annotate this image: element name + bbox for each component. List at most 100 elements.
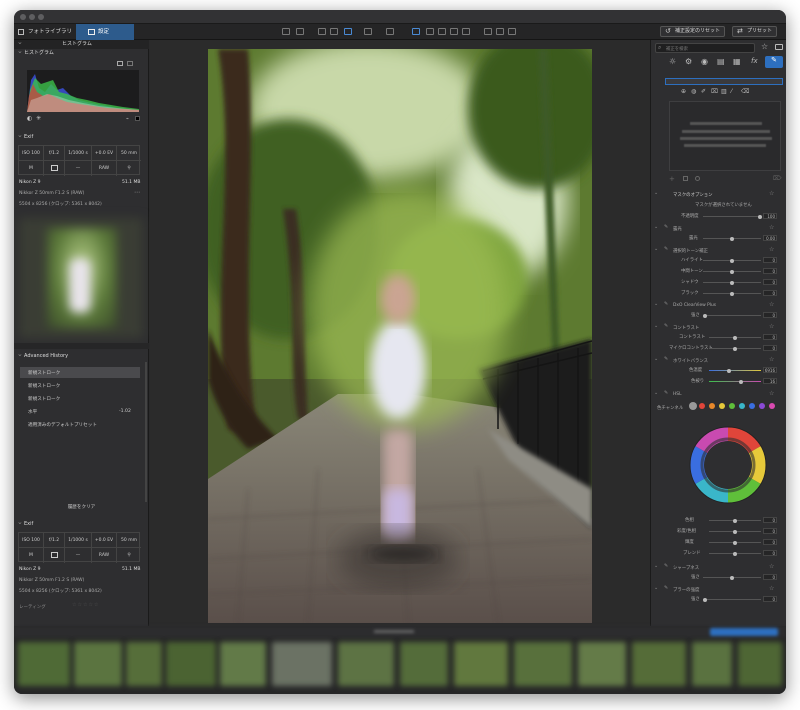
slider-knob[interactable] [733, 518, 737, 523]
luminance-slider[interactable] [709, 540, 761, 545]
shadow-slider[interactable] [703, 280, 761, 285]
filmstrip-thumbnail[interactable] [220, 642, 266, 686]
section-toggle-icon[interactable]: ☆ [769, 301, 774, 308]
value-field[interactable]: 0 [763, 596, 777, 602]
filmstrip-thumbnail[interactable] [400, 642, 448, 686]
slider-knob[interactable] [730, 280, 734, 285]
sharpen-section-header[interactable]: ⌄ ✎ シャープネス ☆ [651, 562, 786, 572]
value-field[interactable]: 0 [763, 334, 777, 340]
zoom-window-button[interactable] [38, 14, 44, 20]
close-window-button[interactable] [20, 14, 26, 20]
pipette-icon[interactable]: ⁄ [731, 88, 732, 95]
hsl-section-header[interactable]: ⌄ ✎ HSL ☆ [651, 389, 786, 399]
filmstrip-thumbnail[interactable] [126, 642, 162, 686]
blend-slider[interactable] [709, 551, 761, 556]
section-toggle-icon[interactable]: ☆ [769, 390, 774, 397]
highlight-clip-icon[interactable]: ✳ [36, 115, 41, 122]
clear-history-button[interactable]: 履歴をクリア [59, 503, 104, 513]
geometry-icon[interactable]: ▤ [717, 57, 725, 66]
hsl-swatch[interactable] [689, 402, 697, 410]
history-item[interactable]: 水平 -1.02 [20, 406, 140, 417]
filmstrip-thumbnail[interactable] [514, 642, 572, 686]
gradient-icon[interactable] [450, 28, 458, 35]
slider-knob[interactable] [730, 236, 734, 241]
hsl-swatch[interactable] [699, 403, 705, 409]
eraser-tool-icon[interactable]: ⌫ [741, 88, 749, 95]
hsl-swatch[interactable] [719, 403, 725, 409]
section-toggle-icon[interactable]: ☆ [769, 585, 774, 592]
slider-knob[interactable] [733, 551, 737, 556]
slider-knob[interactable] [733, 540, 737, 545]
histogram-panel-header[interactable]: ヒストグラム [14, 38, 149, 49]
value-field[interactable]: 0 [763, 574, 777, 580]
midtone-slider[interactable] [703, 269, 761, 274]
value-field[interactable]: 16 [763, 378, 777, 384]
blur-slider[interactable] [703, 597, 761, 602]
control-line-icon[interactable]: ◍ [691, 88, 696, 95]
slider-knob[interactable] [727, 368, 731, 373]
detail-icon[interactable]: ◉ [701, 57, 708, 66]
add-icon[interactable]: + [669, 175, 675, 183]
layout-icon[interactable] [775, 44, 783, 50]
image-viewer[interactable] [150, 40, 650, 626]
clearview-section-header[interactable]: ⌄ ✎ DxO ClearView Plus ☆ [651, 300, 786, 310]
history-item[interactable]: 新規ストローク [20, 380, 140, 391]
compare-icon[interactable] [282, 28, 290, 35]
minimize-window-button[interactable] [29, 14, 35, 20]
tab-settings[interactable]: 設定 [76, 24, 134, 40]
rating-stars[interactable]: ☆☆☆☆☆ [72, 602, 99, 608]
section-toggle-icon[interactable]: ☆ [769, 190, 774, 197]
control-point-icon[interactable]: ⊕ [681, 88, 686, 95]
graduated-filter-icon[interactable]: ▥ [721, 88, 727, 95]
filmstrip-thumbnail[interactable] [272, 642, 332, 686]
history-item[interactable]: 新規ストローク [20, 367, 140, 378]
eyedropper-icon[interactable]: ⌁ [126, 116, 129, 122]
history-section-header[interactable]: Advanced History [14, 350, 149, 361]
hsl-swatch[interactable] [749, 403, 755, 409]
mask-icon[interactable] [426, 28, 434, 35]
slider-knob[interactable] [733, 529, 737, 534]
value-field[interactable]: 0 [763, 539, 777, 545]
value-field[interactable]: 0 [763, 550, 777, 556]
panel-divider[interactable] [14, 343, 149, 349]
exposure-value[interactable]: 0.00 [763, 235, 777, 241]
slider-knob[interactable] [703, 597, 707, 602]
rotate-right-icon[interactable] [330, 28, 338, 35]
light-icon[interactable]: ☼ [669, 57, 676, 66]
reset-corrections-button[interactable]: ↺ 補正設定のリセット [660, 26, 726, 37]
tone-section-header[interactable]: ⌄ ✎ 選択的トーン補正 ☆ [651, 245, 786, 255]
monitor-icon[interactable] [117, 61, 123, 66]
exif-section-header-2[interactable]: Exif [14, 518, 149, 529]
clipping-icon[interactable] [127, 61, 133, 66]
repair-icon[interactable] [496, 28, 504, 35]
contrast-section-header[interactable]: ⌄ ✎ コントラスト ☆ [651, 322, 786, 332]
section-toggle-icon[interactable]: ☆ [769, 246, 774, 253]
slider-knob[interactable] [730, 575, 734, 580]
shadow-clip-icon[interactable]: ◐ [27, 115, 32, 122]
opacity-value[interactable]: 100 [763, 213, 777, 219]
hsl-swatch[interactable] [759, 403, 765, 409]
mask-list-bar[interactable] [665, 78, 783, 85]
exposure-slider[interactable] [703, 236, 761, 241]
watermark-icon[interactable]: ▦ [733, 57, 741, 66]
eye-icon[interactable] [484, 28, 492, 35]
more-icon[interactable]: ⋯ [134, 189, 140, 196]
filmstrip-thumbnail[interactable] [692, 642, 732, 686]
slider-knob[interactable] [730, 258, 734, 263]
section-toggle-icon[interactable]: ☆ [769, 356, 774, 363]
value-field[interactable]: 0 [763, 312, 777, 318]
slider-knob[interactable] [758, 214, 762, 219]
filmstrip-thumbnail[interactable] [454, 642, 508, 686]
delete-icon[interactable]: ⌦ [773, 175, 781, 182]
tint-slider[interactable] [709, 379, 761, 384]
rotate-left-icon[interactable] [318, 28, 326, 35]
wb-section-header[interactable]: ⌄ ✎ ホワイトバランス ☆ [651, 355, 786, 365]
value-field[interactable]: 0 [763, 528, 777, 534]
history-item[interactable]: 新規ストローク [20, 393, 140, 404]
contrast-slider[interactable] [709, 335, 761, 340]
history-item[interactable]: 適用済みのデフォルトプリセット [20, 419, 140, 430]
filmstrip-thumbnail[interactable] [738, 642, 782, 686]
histogram-section-title[interactable]: ヒストグラム [14, 47, 149, 58]
exposure-section-header[interactable]: ⌄ ✎ 露光 ☆ [651, 223, 786, 233]
opacity-slider[interactable] [703, 214, 762, 219]
